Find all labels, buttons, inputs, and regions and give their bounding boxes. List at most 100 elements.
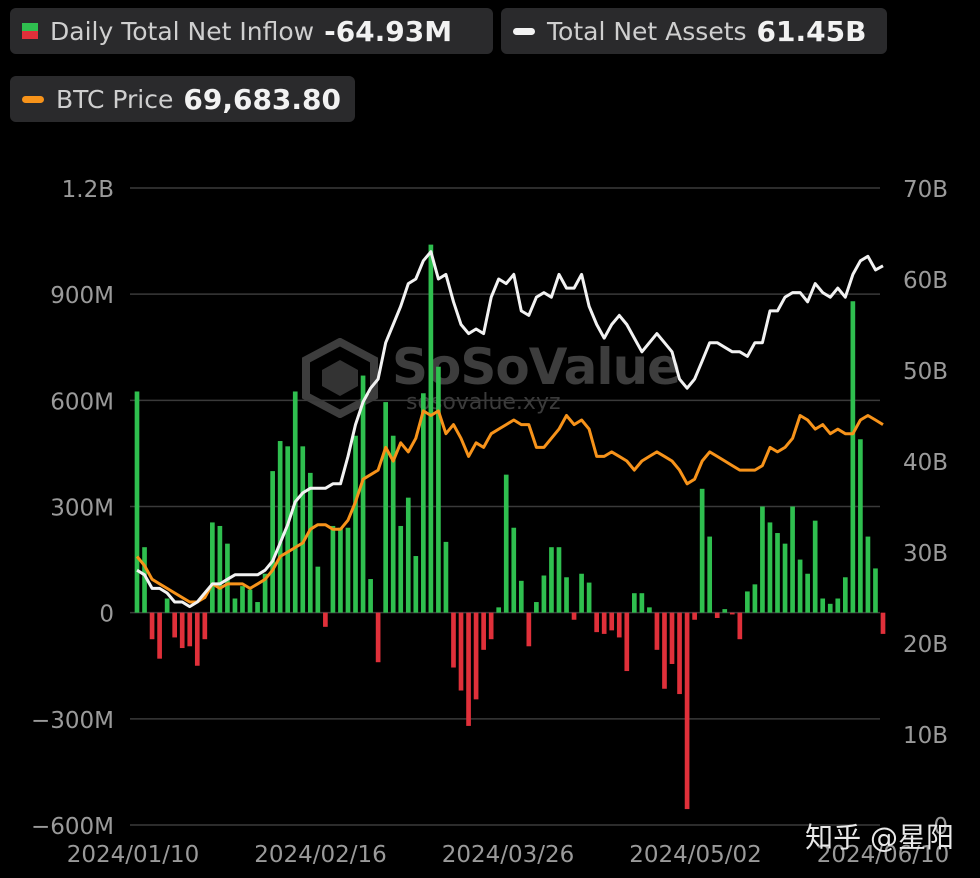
inflow-bar <box>647 607 652 613</box>
inflow-bar <box>247 589 253 613</box>
inflow-bar <box>880 612 886 634</box>
inflow-bar <box>383 402 389 613</box>
inflow-bar <box>421 393 426 613</box>
x-tick-label: 2024/05/02 <box>629 842 762 868</box>
y-right-tick-label: 70B <box>903 177 948 203</box>
inflow-bar <box>820 598 826 613</box>
inflow-bar <box>164 598 170 613</box>
inflow-bar <box>722 609 728 613</box>
inflow-bar <box>692 612 697 620</box>
inflow-bar <box>631 593 637 613</box>
inflow-bar <box>594 612 599 633</box>
y-left-tick-label: −600M <box>31 814 114 840</box>
inflow-bar <box>405 497 411 613</box>
y-left-tick-label: 300M <box>50 496 114 522</box>
inflow-bar <box>353 435 358 613</box>
inflow-bar <box>518 580 524 613</box>
y-right-tick-label: 40B <box>903 450 948 476</box>
inflow-bar <box>277 441 283 613</box>
inflow-bar <box>375 612 381 663</box>
y-left-tick-label: 600M <box>50 389 114 415</box>
inflow-bar <box>729 612 735 615</box>
inflow-bar <box>624 612 630 672</box>
inflow-bar <box>752 584 758 613</box>
x-tick-label: 2024/02/16 <box>254 842 387 868</box>
inflow-bar <box>579 573 584 613</box>
inflow-bar <box>865 536 871 613</box>
inflow-bar <box>662 612 667 689</box>
inflow-bar <box>428 244 434 613</box>
inflow-bar <box>503 474 509 613</box>
inflow-bar <box>760 506 765 613</box>
inflow-bar <box>436 366 441 613</box>
inflow-bar <box>654 612 660 650</box>
inflow-bar <box>812 520 818 613</box>
inflow-bar <box>315 566 321 613</box>
inflow-bar <box>473 612 479 700</box>
inflow-bar <box>307 472 313 613</box>
inflow-bar <box>571 612 577 620</box>
inflow-bar <box>496 607 502 613</box>
inflow-bar <box>797 559 803 613</box>
inflow-bar <box>255 602 260 613</box>
inflow-bar <box>300 446 306 613</box>
inflow-bar <box>790 506 795 613</box>
inflow-bar <box>172 612 178 638</box>
inflow-bar <box>873 568 878 613</box>
y-left-tick-label: 1.2B <box>62 177 114 203</box>
inflow-bar <box>556 547 562 613</box>
inflow-bar <box>157 612 162 659</box>
inflow-bar <box>616 612 622 638</box>
inflow-bar <box>338 527 343 613</box>
inflow-bar <box>549 547 554 613</box>
inflow-bar <box>232 598 238 613</box>
inflow-bar <box>684 612 690 810</box>
y-left-tick-label: −300M <box>31 708 114 734</box>
inflow-bar <box>217 525 223 613</box>
inflow-bar <box>443 541 449 613</box>
inflow-bar <box>699 488 705 613</box>
inflow-bar <box>669 612 675 664</box>
inflow-bar <box>202 612 208 640</box>
inflow-bar <box>805 573 810 613</box>
inflow-bar <box>187 612 193 647</box>
signature: 知乎 @星阳 <box>805 821 954 854</box>
inflow-bar <box>210 522 215 613</box>
inflow-bar <box>541 575 547 613</box>
inflow-bar <box>240 586 245 613</box>
inflow-bar <box>775 533 780 613</box>
inflow-bar <box>345 527 351 613</box>
y-left-tick-label: 900M <box>50 283 114 309</box>
inflow-bar <box>842 577 848 613</box>
inflow-bar <box>534 602 539 613</box>
inflow-bar <box>511 527 517 613</box>
inflow-bar <box>707 536 713 613</box>
inflow-bar <box>714 612 720 618</box>
inflow-bar <box>601 612 607 634</box>
y-left-tick-label: 0 <box>99 602 114 628</box>
inflow-bar <box>835 598 841 613</box>
inflow-bar <box>827 603 833 613</box>
inflow-bar <box>639 593 645 613</box>
y-right-tick-label: 20B <box>903 632 948 658</box>
inflow-bar <box>564 577 569 613</box>
inflow-bar <box>413 556 419 613</box>
y-right-tick-label: 30B <box>903 541 948 567</box>
inflow-chart: 1.2B 900M 600M 300M 0 −300M −600M 70B 60B 50B 40B 3… <box>31 177 949 868</box>
inflow-bar <box>526 612 532 647</box>
inflow-bar <box>609 612 615 631</box>
inflow-bar <box>586 582 592 613</box>
x-tick-label: 2024/03/26 <box>442 842 575 868</box>
inflow-bar <box>782 543 788 613</box>
x-tick-label: 2024/01/10 <box>67 842 200 868</box>
inflow-bar <box>767 522 773 613</box>
inflow-bar <box>398 525 404 613</box>
inflow-bar <box>458 612 464 691</box>
inflow-bar <box>179 612 185 649</box>
y-right-tick-label: 60B <box>903 268 948 294</box>
inflow-bar <box>451 612 456 668</box>
inflow-bar <box>858 439 863 613</box>
inflow-bar <box>677 612 682 695</box>
inflow-bar <box>323 612 328 627</box>
inflow-bar <box>330 525 336 613</box>
